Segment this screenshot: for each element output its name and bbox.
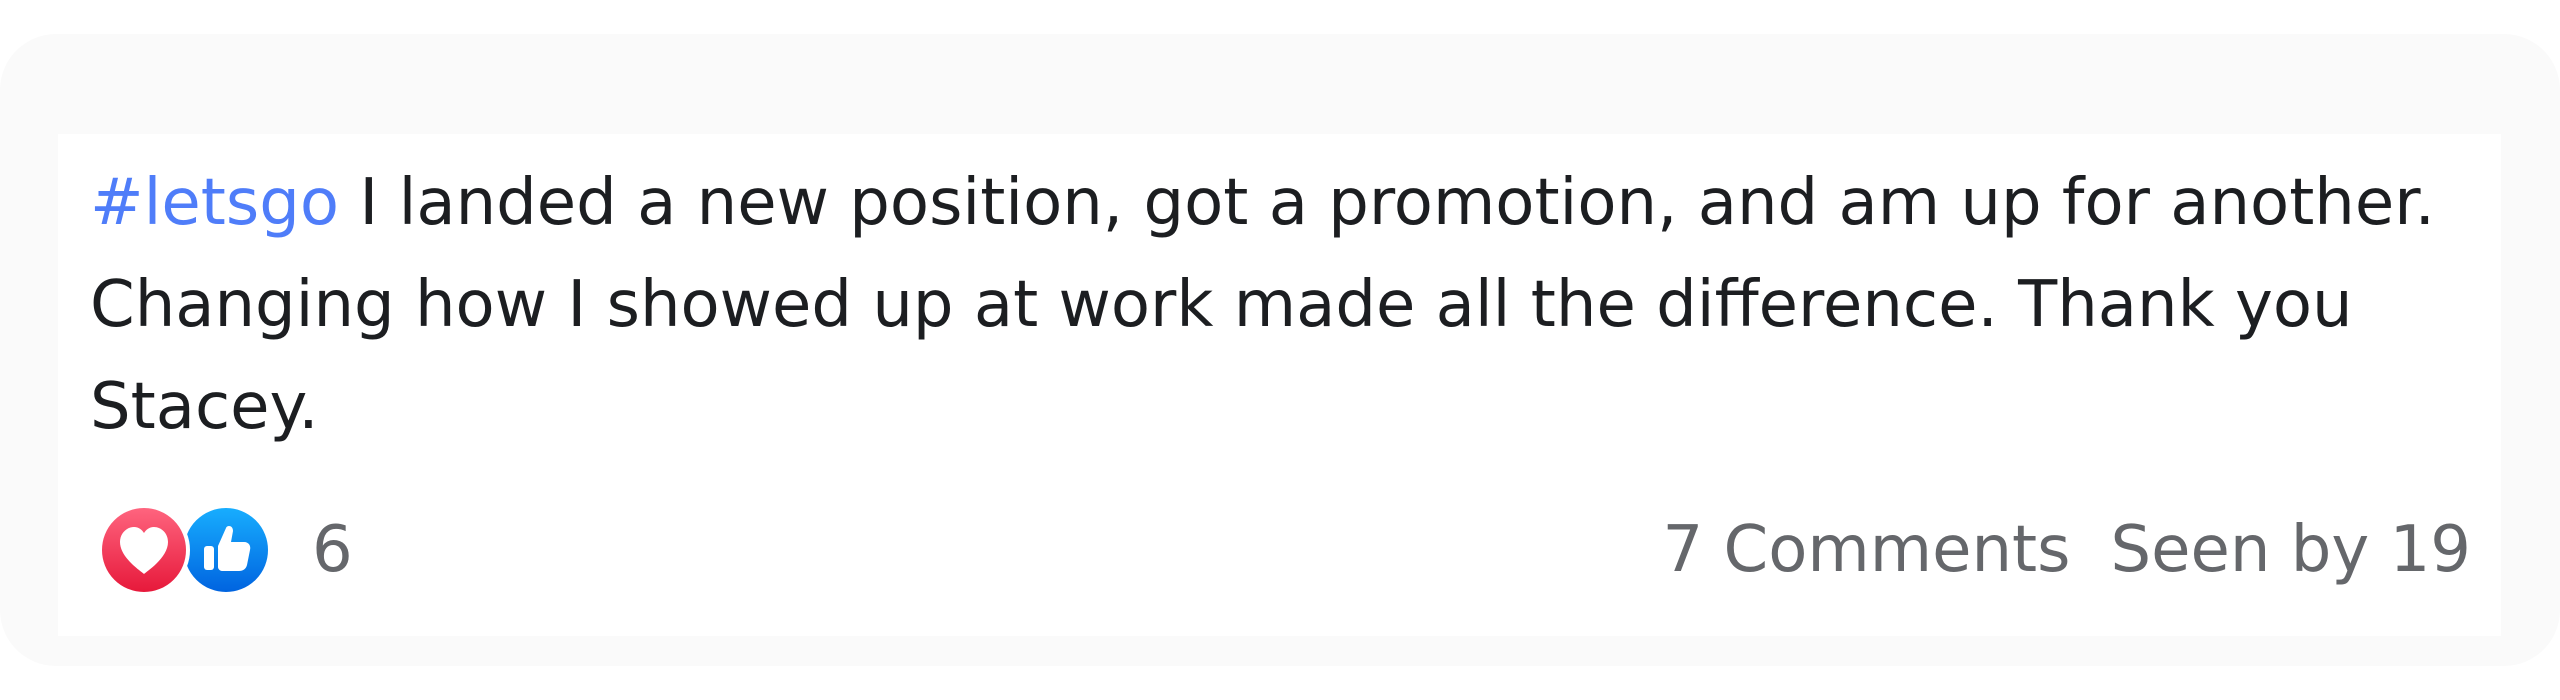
hashtag-link[interactable]: #letsgo (90, 166, 339, 240)
reactions-summary[interactable]: 6 (98, 504, 353, 596)
heart-icon (98, 504, 190, 596)
post-stats: 7 Comments Seen by 19 (1662, 504, 2471, 596)
post-container: #letsgo I landed a new position, got a p… (0, 34, 2560, 666)
comments-count-link[interactable]: 7 Comments (1662, 513, 2070, 587)
post-footer: 6 7 Comments Seen by 19 (98, 504, 2471, 596)
thumbs-up-icon (180, 504, 272, 596)
post-body: I landed a new position, got a promotion… (90, 166, 2435, 444)
reaction-count: 6 (312, 513, 353, 587)
seen-by-link[interactable]: Seen by 19 (2110, 513, 2471, 587)
post-text: #letsgo I landed a new position, got a p… (90, 152, 2470, 458)
post-card: #letsgo I landed a new position, got a p… (58, 134, 2501, 636)
